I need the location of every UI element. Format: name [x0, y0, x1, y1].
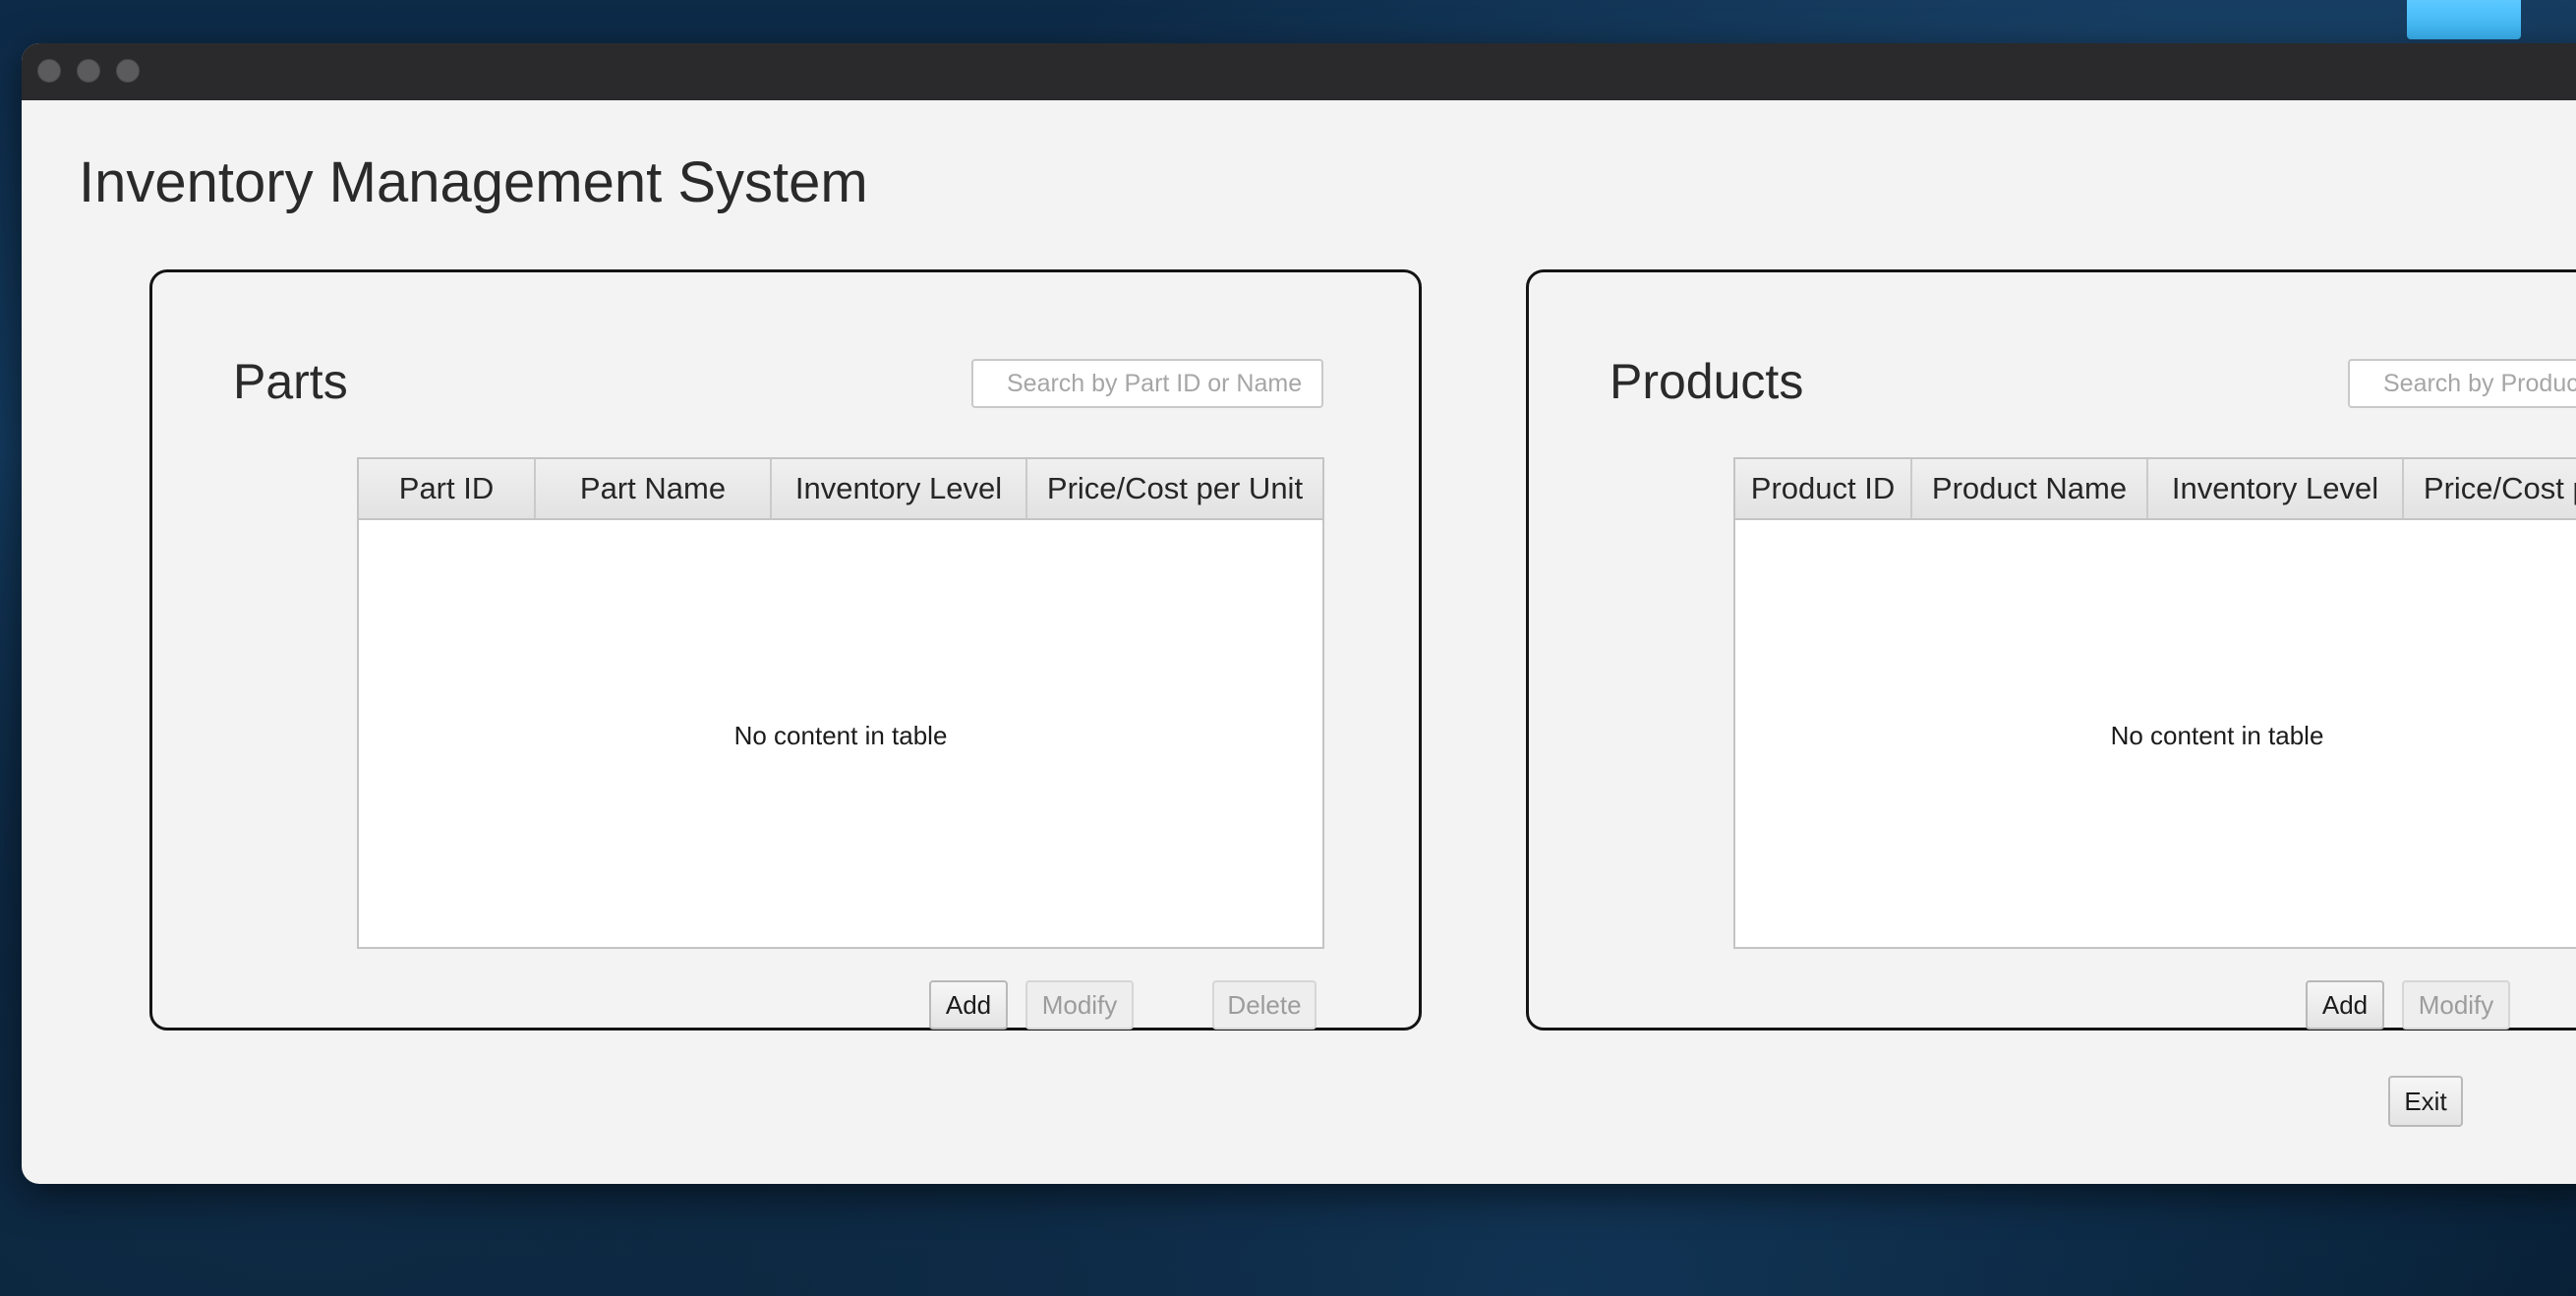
parts-add-button[interactable]: Add	[929, 980, 1008, 1030]
products-panel: Products Product ID Product Name Invento…	[1526, 269, 2576, 1031]
column-header-inventory-level[interactable]: Inventory Level	[2148, 459, 2404, 518]
exit-button[interactable]: Exit	[2388, 1076, 2463, 1127]
parts-empty-message: No content in table	[733, 721, 948, 750]
column-header-product-name[interactable]: Product Name	[1912, 459, 2148, 518]
app-title: Inventory Management System	[79, 150, 868, 214]
desktop-accent-tile	[2407, 0, 2521, 39]
products-title: Products	[1610, 354, 1804, 409]
column-header-price-cost[interactable]: Price/Cost per Unit	[1027, 459, 1322, 518]
title-bar[interactable]	[22, 43, 2576, 100]
parts-modify-button[interactable]: Modify	[1025, 980, 1134, 1030]
parts-title: Parts	[233, 354, 348, 409]
column-header-inventory-level[interactable]: Inventory Level	[772, 459, 1027, 518]
column-header-part-name[interactable]: Part Name	[536, 459, 772, 518]
parts-panel: Parts Part ID Part Name Inventory Level …	[149, 269, 1422, 1031]
column-header-part-id[interactable]: Part ID	[359, 459, 536, 518]
products-add-button[interactable]: Add	[2306, 980, 2384, 1030]
minimize-window-button[interactable]	[77, 59, 100, 83]
maximize-window-button[interactable]	[116, 59, 140, 83]
products-table[interactable]: Product ID Product Name Inventory Level …	[1733, 457, 2576, 949]
parts-table-header: Part ID Part Name Inventory Level Price/…	[359, 459, 1322, 520]
close-window-button[interactable]	[37, 59, 61, 83]
products-modify-button[interactable]: Modify	[2402, 980, 2510, 1030]
parts-delete-button[interactable]: Delete	[1212, 980, 1317, 1030]
column-header-price-cost[interactable]: Price/Cost per Unit	[2404, 459, 2576, 518]
column-header-product-id[interactable]: Product ID	[1735, 459, 1912, 518]
products-empty-message: No content in table	[2110, 721, 2324, 750]
desktop-background: Inventory Management System Parts Part I…	[0, 0, 2576, 1296]
products-table-header: Product ID Product Name Inventory Level …	[1735, 459, 2576, 520]
products-search-input[interactable]	[2348, 359, 2576, 408]
app-window: Inventory Management System Parts Part I…	[22, 43, 2576, 1184]
parts-search-input[interactable]	[971, 359, 1323, 408]
parts-table[interactable]: Part ID Part Name Inventory Level Price/…	[357, 457, 1324, 949]
